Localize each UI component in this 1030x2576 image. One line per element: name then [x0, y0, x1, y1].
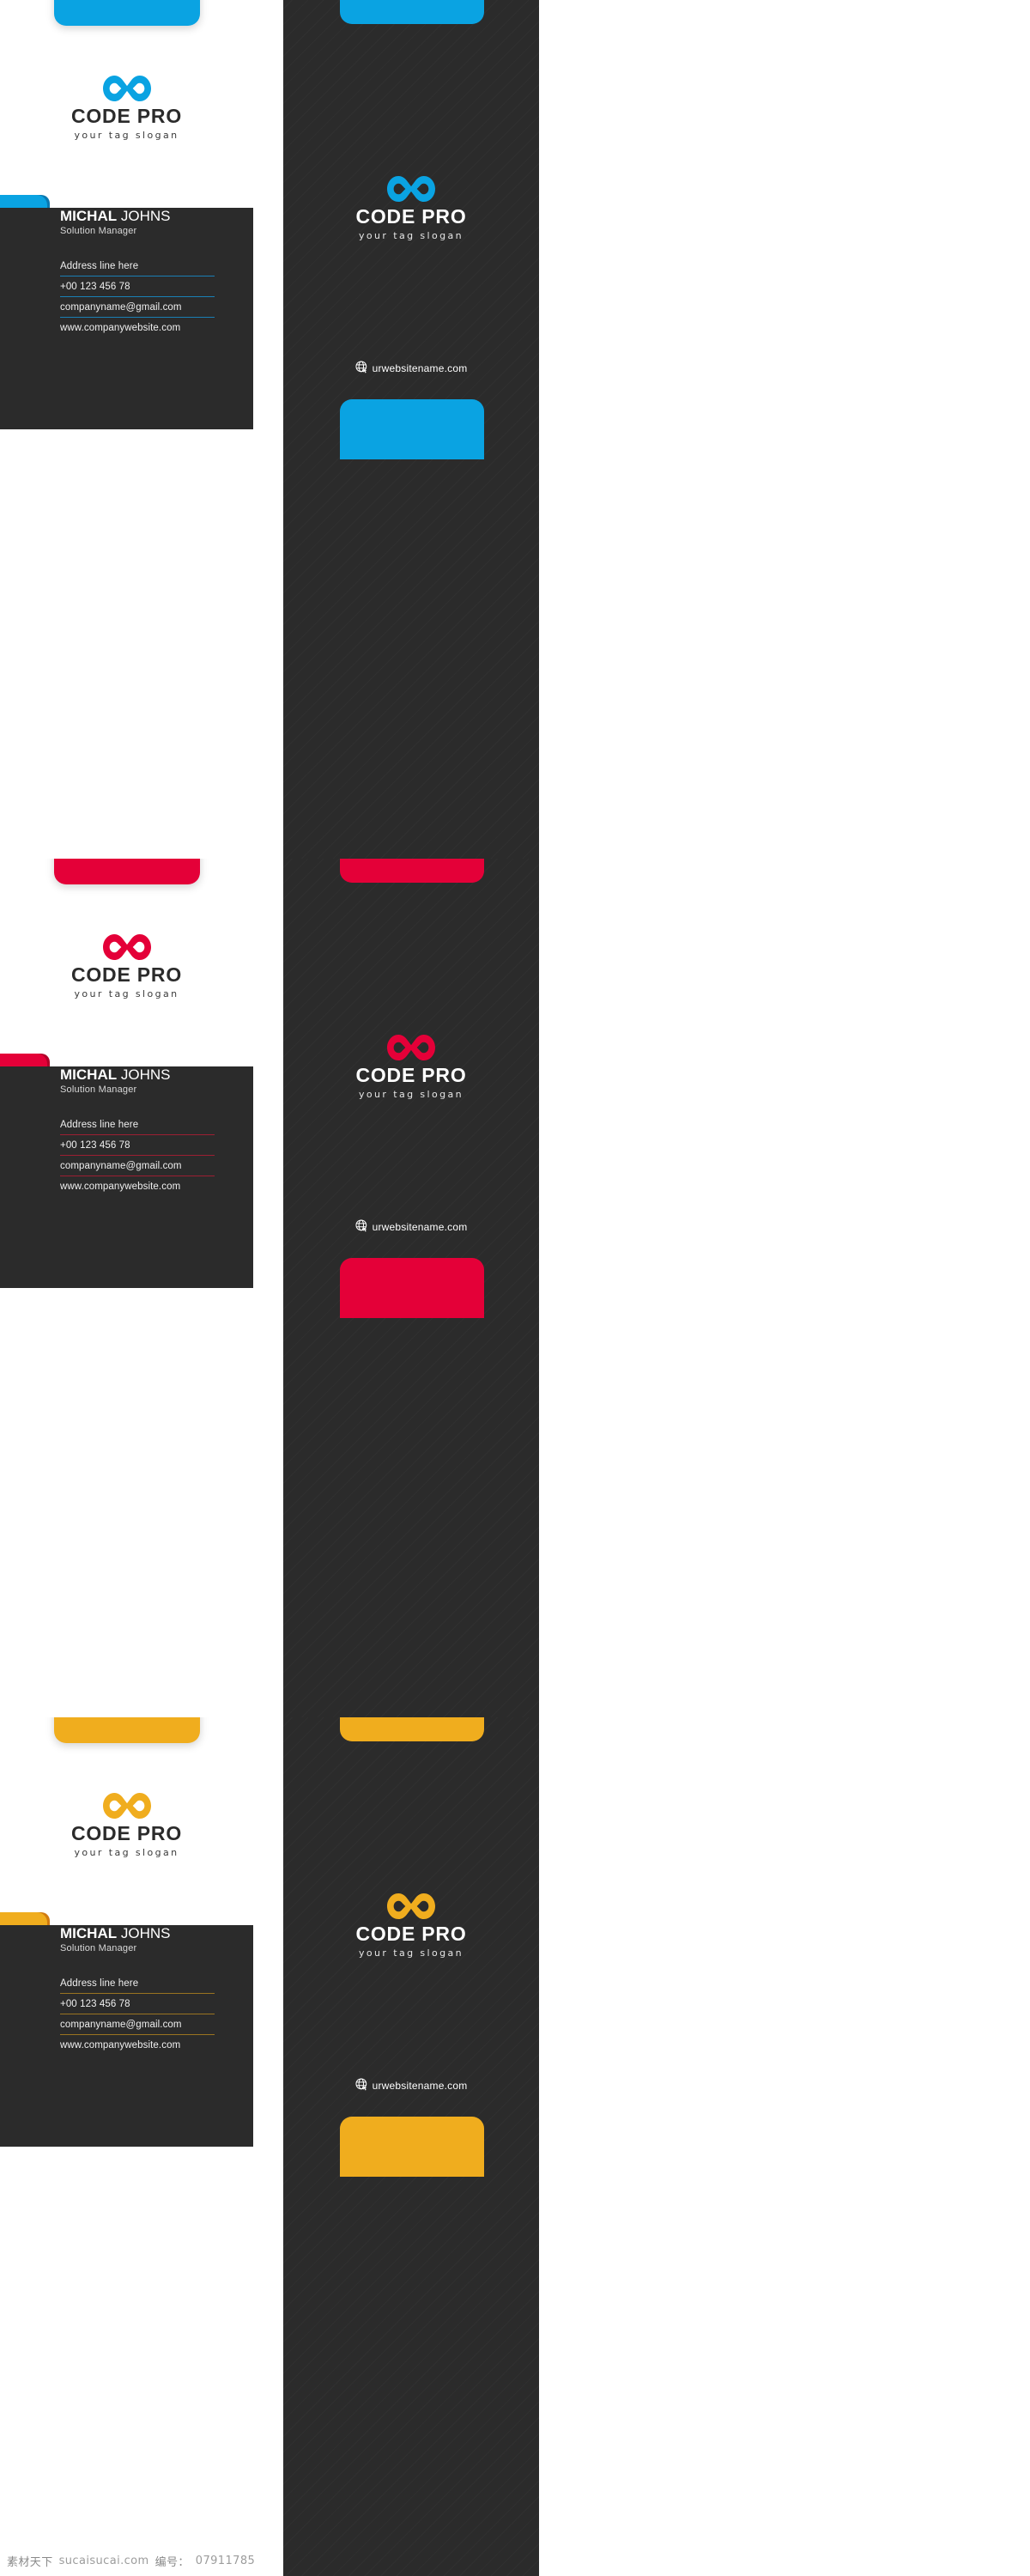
front-top-tab	[54, 1717, 200, 1743]
person-first-name: MICHAL	[60, 1925, 118, 1941]
person-first-name: MICHAL	[60, 208, 118, 224]
logo-slogan: your tag slogan	[359, 1947, 464, 1959]
infinity-loop-icon	[102, 934, 151, 960]
contact-website[interactable]: www.companywebsite.com	[60, 2033, 215, 2055]
logo-slogan: your tag slogan	[359, 1089, 464, 1100]
infinity-loop-icon	[387, 1893, 435, 1919]
contact-phone[interactable]: +00 123 456 78	[60, 1992, 215, 2014]
contact-address: Address line here	[60, 1978, 139, 1989]
infinity-loop-icon	[102, 76, 151, 101]
back-bottom-tab	[340, 2117, 484, 2177]
front-logo-lockup: CODE PRO your tag slogan	[0, 76, 253, 141]
back-logo-lockup: CODE PRO your tag slogan	[283, 1035, 539, 1100]
contact-phone[interactable]: +00 123 456 78	[60, 275, 215, 296]
contact-address: Address line here	[60, 1119, 139, 1130]
back-website-line[interactable]: urwebsitename.com	[283, 2078, 539, 2092]
back-top-tab	[340, 859, 484, 883]
contact-details: MICHAL JOHNS Solution Manager Address line…	[60, 1066, 215, 1196]
front-logo-lockup: CODE PRO your tag slogan	[0, 934, 253, 999]
contact-detail-list: Address line here +00 123 456 78 companyna…	[60, 1115, 215, 1196]
person-last-name: JOHNS	[120, 1925, 171, 1941]
contact-detail-list: Address line here +00 123 456 78 companyna…	[60, 256, 215, 337]
logo-slogan: your tag slogan	[74, 130, 179, 141]
logo-brand-name: CODE PRO	[355, 205, 467, 228]
globe-cursor-icon	[355, 1219, 367, 1232]
card-variant-yellow: CODE PRO your tag slogan MICHAL JOHNS Solut…	[0, 1717, 1030, 2576]
logo-slogan: your tag slogan	[74, 1847, 179, 1858]
back-top-tab	[340, 1717, 484, 1741]
front-logo-lockup: CODE PRO your tag slogan	[0, 1793, 253, 1858]
back-card-yellow: CODE PRO your tag slogan urwebsitename.com	[283, 1717, 539, 2576]
person-last-name: JOHNS	[120, 1066, 171, 1083]
person-name: MICHAL JOHNS	[60, 1925, 215, 1942]
back-website-text: urwebsitename.com	[372, 2080, 468, 2092]
contact-details: MICHAL JOHNS Solution Manager Address line…	[60, 1925, 215, 2055]
card-variant-blue: CODE PRO your tag slogan MICHAL JOHNS Solut…	[0, 0, 1030, 859]
back-website-line[interactable]: urwebsitename.com	[283, 361, 539, 374]
contact-email[interactable]: companyname@gmail.com	[60, 295, 215, 317]
person-name: MICHAL JOHNS	[60, 208, 215, 225]
contact-website[interactable]: www.companywebsite.com	[60, 1175, 215, 1196]
contact-email[interactable]: companyname@gmail.com	[60, 1154, 215, 1176]
infinity-loop-icon	[387, 1035, 435, 1060]
front-top-tab	[54, 859, 200, 884]
logo-brand-name: CODE PRO	[355, 1064, 467, 1086]
back-website-text: urwebsitename.com	[372, 362, 468, 374]
back-top-tab	[340, 0, 484, 24]
contact-email[interactable]: companyname@gmail.com	[60, 2013, 215, 2034]
back-card-red: CODE PRO your tag slogan urwebsitename.com	[283, 859, 539, 1717]
front-top-tab	[54, 0, 200, 26]
back-bottom-tab	[340, 399, 484, 459]
logo-brand-name: CODE PRO	[70, 105, 183, 127]
globe-cursor-icon	[355, 2078, 367, 2091]
contact-address: Address line here	[60, 260, 139, 271]
person-role: Solution Manager	[60, 1084, 137, 1095]
back-website-text: urwebsitename.com	[372, 1221, 468, 1233]
back-logo-lockup: CODE PRO your tag slogan	[283, 1893, 539, 1959]
back-logo-lockup: CODE PRO your tag slogan	[283, 176, 539, 241]
globe-cursor-icon	[355, 361, 367, 374]
business-card-mockup-board: CODE PRO your tag slogan MICHAL JOHNS Solut…	[0, 0, 1030, 2576]
contact-detail-list: Address line here +00 123 456 78 companyna…	[60, 1973, 215, 2055]
logo-slogan: your tag slogan	[74, 988, 179, 999]
logo-brand-name: CODE PRO	[70, 1822, 183, 1844]
logo-brand-name: CODE PRO	[70, 963, 183, 986]
back-card-blue: CODE PRO your tag slogan urwebsitename.com	[283, 0, 539, 859]
logo-brand-name: CODE PRO	[355, 1923, 467, 1945]
infinity-loop-icon	[387, 176, 435, 202]
back-website-line[interactable]: urwebsitename.com	[283, 1219, 539, 1233]
card-variant-red: CODE PRO your tag slogan MICHAL JOHNS Solut…	[0, 859, 1030, 1717]
person-name: MICHAL JOHNS	[60, 1066, 215, 1084]
person-last-name: JOHNS	[120, 208, 171, 224]
back-bottom-tab	[340, 1258, 484, 1318]
person-role: Solution Manager	[60, 225, 137, 236]
contact-phone[interactable]: +00 123 456 78	[60, 1133, 215, 1155]
contact-details: MICHAL JOHNS Solution Manager Address line…	[60, 208, 215, 337]
contact-website[interactable]: www.companywebsite.com	[60, 316, 215, 337]
infinity-loop-icon	[102, 1793, 151, 1819]
person-role: Solution Manager	[60, 1942, 137, 1953]
logo-slogan: your tag slogan	[359, 230, 464, 241]
person-first-name: MICHAL	[60, 1066, 118, 1083]
